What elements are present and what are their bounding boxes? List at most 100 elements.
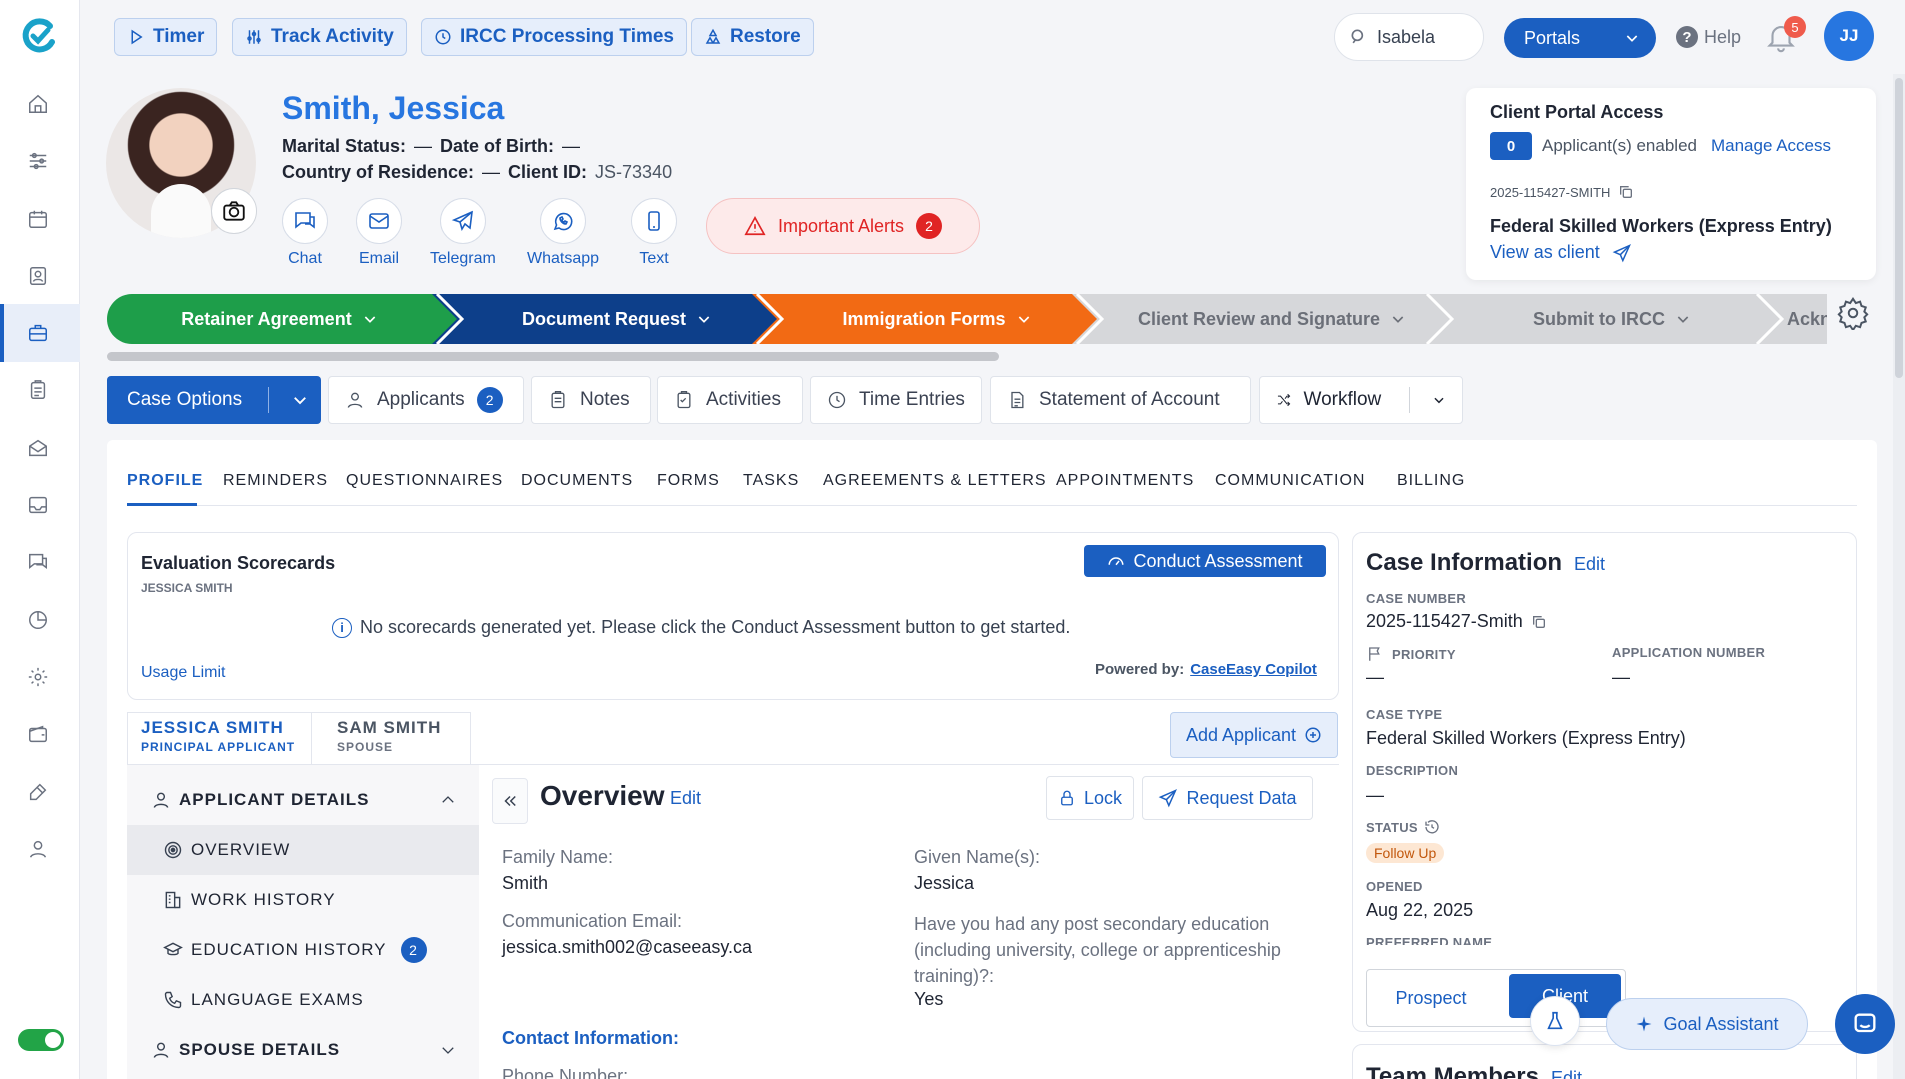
notifications-bell[interactable]: 5 bbox=[1764, 16, 1806, 56]
tab-appointments[interactable]: APPOINTMENTS bbox=[1056, 472, 1194, 490]
stage-ackn[interactable]: Ackn bbox=[1787, 294, 1827, 344]
powered-by-label: Powered by: bbox=[1095, 661, 1185, 678]
text-contact-button[interactable]: Text bbox=[631, 198, 677, 268]
tab-tasks[interactable]: TASKS bbox=[743, 472, 799, 490]
tab-billing[interactable]: BILLING bbox=[1397, 472, 1465, 490]
applicant-role: SPOUSE bbox=[337, 740, 394, 754]
gauge-icon bbox=[1108, 557, 1124, 566]
settings-icon[interactable] bbox=[24, 663, 52, 691]
target-icon bbox=[164, 841, 182, 859]
user-icon[interactable] bbox=[24, 835, 52, 863]
tab-profile[interactable]: PROFILE bbox=[127, 472, 203, 490]
request-data-button[interactable]: Request Data bbox=[1142, 776, 1313, 820]
chevron-down-icon bbox=[1392, 316, 1404, 323]
sidenav-language-exams[interactable]: LANGUAGE EXAMS bbox=[127, 975, 479, 1025]
workflow-settings-button[interactable] bbox=[1836, 296, 1872, 332]
sidenav-work-history[interactable]: WORK HISTORY bbox=[127, 875, 479, 925]
double-chevron-left-icon bbox=[504, 795, 516, 807]
tab-documents[interactable]: DOCUMENTS bbox=[521, 472, 633, 490]
workflow-button[interactable]: Workflow bbox=[1259, 376, 1463, 424]
sidenav-overview[interactable]: OVERVIEW bbox=[127, 825, 479, 875]
sliders-icon[interactable] bbox=[24, 147, 52, 175]
tab-reminders[interactable]: REMINDERS bbox=[223, 472, 328, 490]
tools-icon[interactable] bbox=[24, 778, 52, 806]
help-link[interactable]: ? Help bbox=[1676, 26, 1741, 48]
conduct-assessment-button[interactable]: Conduct Assessment bbox=[1084, 545, 1326, 577]
tab-communication[interactable]: COMMUNICATION bbox=[1215, 472, 1365, 490]
prospect-client-toggle: Prospect Client bbox=[1366, 969, 1626, 1027]
education-count-badge: 2 bbox=[400, 937, 427, 963]
page-scrollbar[interactable] bbox=[1893, 74, 1905, 1079]
theme-toggle[interactable] bbox=[18, 1029, 64, 1051]
overview-edit-link[interactable]: Edit bbox=[670, 788, 701, 809]
tab-agreements-letters[interactable]: AGREEMENTS & LETTERS bbox=[823, 472, 1047, 490]
left-rail bbox=[0, 0, 80, 1079]
tab-forms[interactable]: FORMS bbox=[657, 472, 720, 490]
view-as-client-link[interactable]: View as client bbox=[1490, 242, 1632, 263]
stages-scrollbar[interactable] bbox=[107, 352, 999, 361]
add-applicant-button[interactable]: Add Applicant bbox=[1170, 712, 1338, 758]
sidenav-education-history[interactable]: EDUCATION HISTORY 2 bbox=[127, 925, 479, 975]
usage-limit-link[interactable]: Usage Limit bbox=[141, 664, 225, 682]
stage-submit-ircc[interactable]: Submit to IRCC bbox=[1447, 294, 1777, 344]
manage-access-link[interactable]: Manage Access bbox=[1711, 136, 1831, 156]
wallet-icon[interactable] bbox=[24, 720, 52, 748]
lock-button[interactable]: Lock bbox=[1046, 776, 1134, 820]
case-options-button[interactable]: Case Options bbox=[107, 376, 321, 424]
calendar-icon[interactable] bbox=[24, 205, 52, 233]
time-entries-button[interactable]: Time Entries bbox=[810, 376, 982, 424]
applicant-tab-jessica[interactable]: JESSICA SMITH PRINCIPAL APPLICANT bbox=[141, 718, 295, 754]
pie-chart-icon[interactable] bbox=[24, 606, 52, 634]
stage-immigration-forms[interactable]: Immigration Forms bbox=[777, 294, 1097, 344]
stage-client-review[interactable]: Client Review and Signature bbox=[1097, 294, 1447, 344]
goal-assistant-button[interactable]: Goal Assistant bbox=[1606, 998, 1808, 1050]
inbox-icon[interactable] bbox=[24, 491, 52, 519]
team-members-edit-link[interactable]: Edit bbox=[1551, 1068, 1582, 1079]
ircc-processing-button[interactable]: IRCC Processing Times bbox=[421, 18, 688, 56]
applicant-details-header[interactable]: APPLICANT DETAILS bbox=[127, 775, 479, 825]
important-alerts-button[interactable]: Important Alerts 2 bbox=[706, 198, 980, 254]
home-icon[interactable] bbox=[24, 90, 52, 118]
history-icon[interactable] bbox=[1424, 819, 1440, 835]
support-chat-button[interactable] bbox=[1835, 994, 1895, 1054]
portals-dropdown[interactable]: Portals bbox=[1504, 18, 1656, 58]
spouse-details-header[interactable]: SPOUSE DETAILS bbox=[127, 1025, 479, 1075]
search-input[interactable]: Isabela bbox=[1334, 13, 1484, 61]
applicant-tab-sam[interactable]: SAM SMITH SPOUSE bbox=[337, 718, 441, 754]
flask-button[interactable] bbox=[1530, 996, 1580, 1046]
copy-icon[interactable] bbox=[1531, 614, 1547, 630]
stage-retainer-agreement[interactable]: Retainer Agreement bbox=[107, 294, 452, 344]
track-activity-button[interactable]: Track Activity bbox=[232, 18, 407, 56]
chat-contact-button[interactable]: Chat bbox=[282, 198, 328, 268]
goal-assistant-label: Goal Assistant bbox=[1663, 1013, 1779, 1034]
applicants-button[interactable]: Applicants 2 bbox=[328, 376, 524, 424]
copy-icon[interactable] bbox=[1618, 184, 1634, 200]
app-logo-icon[interactable] bbox=[20, 16, 60, 56]
telegram-contact-button[interactable]: Telegram bbox=[430, 198, 496, 268]
whatsapp-contact-button[interactable]: Whatsapp bbox=[527, 198, 599, 268]
tab-questionnaires[interactable]: QUESTIONNAIRES bbox=[346, 472, 503, 490]
user-icon bbox=[153, 792, 169, 808]
user-avatar[interactable]: JJ bbox=[1824, 11, 1874, 61]
email-contact-button[interactable]: Email bbox=[356, 198, 402, 268]
telegram-icon bbox=[451, 210, 473, 231]
timer-button[interactable]: Timer bbox=[114, 18, 218, 56]
prospect-option[interactable]: Prospect bbox=[1367, 970, 1495, 1026]
copilot-link[interactable]: CaseEasy Copilot bbox=[1190, 661, 1317, 678]
activities-button[interactable]: Activities bbox=[657, 376, 803, 424]
mailbox-icon[interactable] bbox=[24, 434, 52, 462]
case-info-edit-link[interactable]: Edit bbox=[1574, 554, 1605, 575]
contacts-icon[interactable] bbox=[24, 262, 52, 290]
collapse-sidenav-button[interactable] bbox=[492, 778, 528, 824]
stage-document-request[interactable]: Document Request bbox=[457, 294, 777, 344]
flag-icon bbox=[1369, 647, 1380, 661]
notes-button[interactable]: Notes bbox=[531, 376, 651, 424]
change-photo-button[interactable] bbox=[211, 188, 257, 234]
restore-button[interactable]: Restore bbox=[691, 18, 814, 56]
messages-icon[interactable] bbox=[24, 548, 52, 576]
stage-label: Submit to IRCC bbox=[1533, 308, 1665, 329]
empty-text: No scorecards generated yet. Please clic… bbox=[360, 617, 1071, 637]
briefcase-icon[interactable] bbox=[24, 319, 52, 347]
statement-of-account-button[interactable]: Statement of Account bbox=[990, 376, 1251, 424]
clipboard-icon[interactable] bbox=[24, 376, 52, 404]
